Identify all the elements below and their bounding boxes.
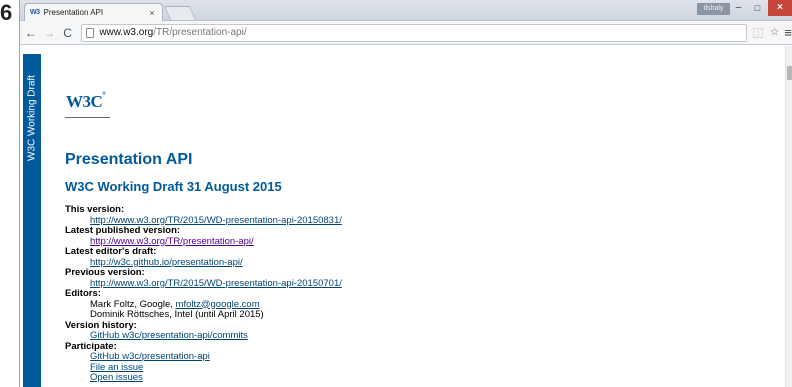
browser-toolbar: ← → C www.w3.org/TR/presentation-api/ ⿰ … — [20, 21, 792, 45]
meta-value: GitHub w3c/presentation-api — [90, 351, 665, 363]
url-host: www.w3.org — [99, 27, 154, 38]
reload-button[interactable]: C — [60, 23, 75, 43]
meta-value: http://www.w3.org/TR/presentation-api/ — [90, 236, 665, 248]
meta-link[interactable]: Open issues — [90, 372, 143, 383]
tab-title: Presentation API — [43, 8, 104, 17]
document-metadata: This version: http://www.w3.org/TR/2015/W… — [65, 204, 665, 384]
bookmark-star-icon[interactable]: ☆ — [769, 27, 781, 38]
close-window-button[interactable]: × — [768, 0, 792, 16]
corner-label: 6 — [0, 0, 13, 25]
logo-text: W3C — [66, 92, 103, 111]
meta-link[interactable]: http://w3c.github.io/presentation-api/ — [90, 257, 243, 268]
meta-text: Mark Foltz, Google, — [90, 298, 176, 310]
meta-text: Dominik Röttsches, Intel (until April 20… — [90, 309, 264, 320]
status-banner-text: W3C Working Draft — [26, 75, 38, 161]
maximize-button[interactable]: □ — [748, 0, 767, 16]
meta-value: GitHub w3c/presentation-api/commits — [90, 330, 665, 342]
meta-link[interactable]: http://www.w3.org/TR/2015/WD-presentatio… — [90, 278, 342, 289]
meta-value: http://www.w3.org/TR/2015/WD-presentatio… — [90, 278, 665, 290]
url-path: /TR/presentation-api/ — [153, 27, 247, 38]
back-button[interactable]: ← — [23, 23, 38, 43]
meta-value: http://w3c.github.io/presentation-api/ — [90, 257, 665, 269]
scrollbar-thumb[interactable] — [787, 66, 792, 80]
meta-value: File an issue — [90, 362, 665, 374]
profile-badge[interactable]: tlshaly — [697, 3, 730, 15]
meta-value: Dominik Röttsches, Intel (until April 20… — [90, 309, 665, 321]
page-title: Presentation API — [65, 151, 193, 168]
logo-mark: ® — [102, 92, 106, 97]
browser-window: W3 Presentation API × tlshaly – □ × ← → … — [19, 0, 792, 387]
meta-link[interactable]: http://www.w3.org/TR/2015/WD-presentatio… — [90, 215, 342, 226]
address-bar[interactable]: www.w3.org/TR/presentation-api/ — [81, 23, 748, 42]
menu-icon[interactable]: ≡ — [784, 25, 792, 40]
forward-button[interactable]: → — [41, 23, 56, 43]
tab-close-icon[interactable]: × — [147, 8, 157, 18]
meta-link[interactable]: http://www.w3.org/TR/presentation-api/ — [90, 236, 254, 247]
translate-icon[interactable]: ⿰ — [752, 25, 764, 40]
page-subtitle: W3C Working Draft 31 August 2015 — [65, 179, 282, 194]
meta-link[interactable]: File an issue — [90, 362, 143, 373]
meta-link[interactable]: GitHub w3c/presentation-api — [90, 351, 210, 362]
minimize-button[interactable]: – — [729, 0, 748, 16]
w3c-favicon-icon: W3 — [30, 9, 40, 16]
status-banner: W3C Working Draft — [23, 54, 41, 387]
tab-presentation-api[interactable]: W3 Presentation API × — [24, 3, 163, 21]
meta-link[interactable]: GitHub w3c/presentation-api/commits — [90, 330, 248, 341]
new-tab-button[interactable] — [163, 6, 197, 20]
page-icon — [86, 27, 95, 38]
page-viewport: W3C Working Draft W3C® Presentation API … — [20, 46, 792, 387]
scrollbar[interactable] — [785, 46, 792, 387]
meta-value: Open issues — [90, 372, 665, 384]
w3c-logo[interactable]: W3C® — [66, 92, 106, 112]
tab-strip: W3 Presentation API × tlshaly – □ × — [20, 0, 792, 21]
editor-email-link[interactable]: mfoltz@google.com — [176, 299, 260, 310]
logo-divider — [65, 117, 110, 118]
